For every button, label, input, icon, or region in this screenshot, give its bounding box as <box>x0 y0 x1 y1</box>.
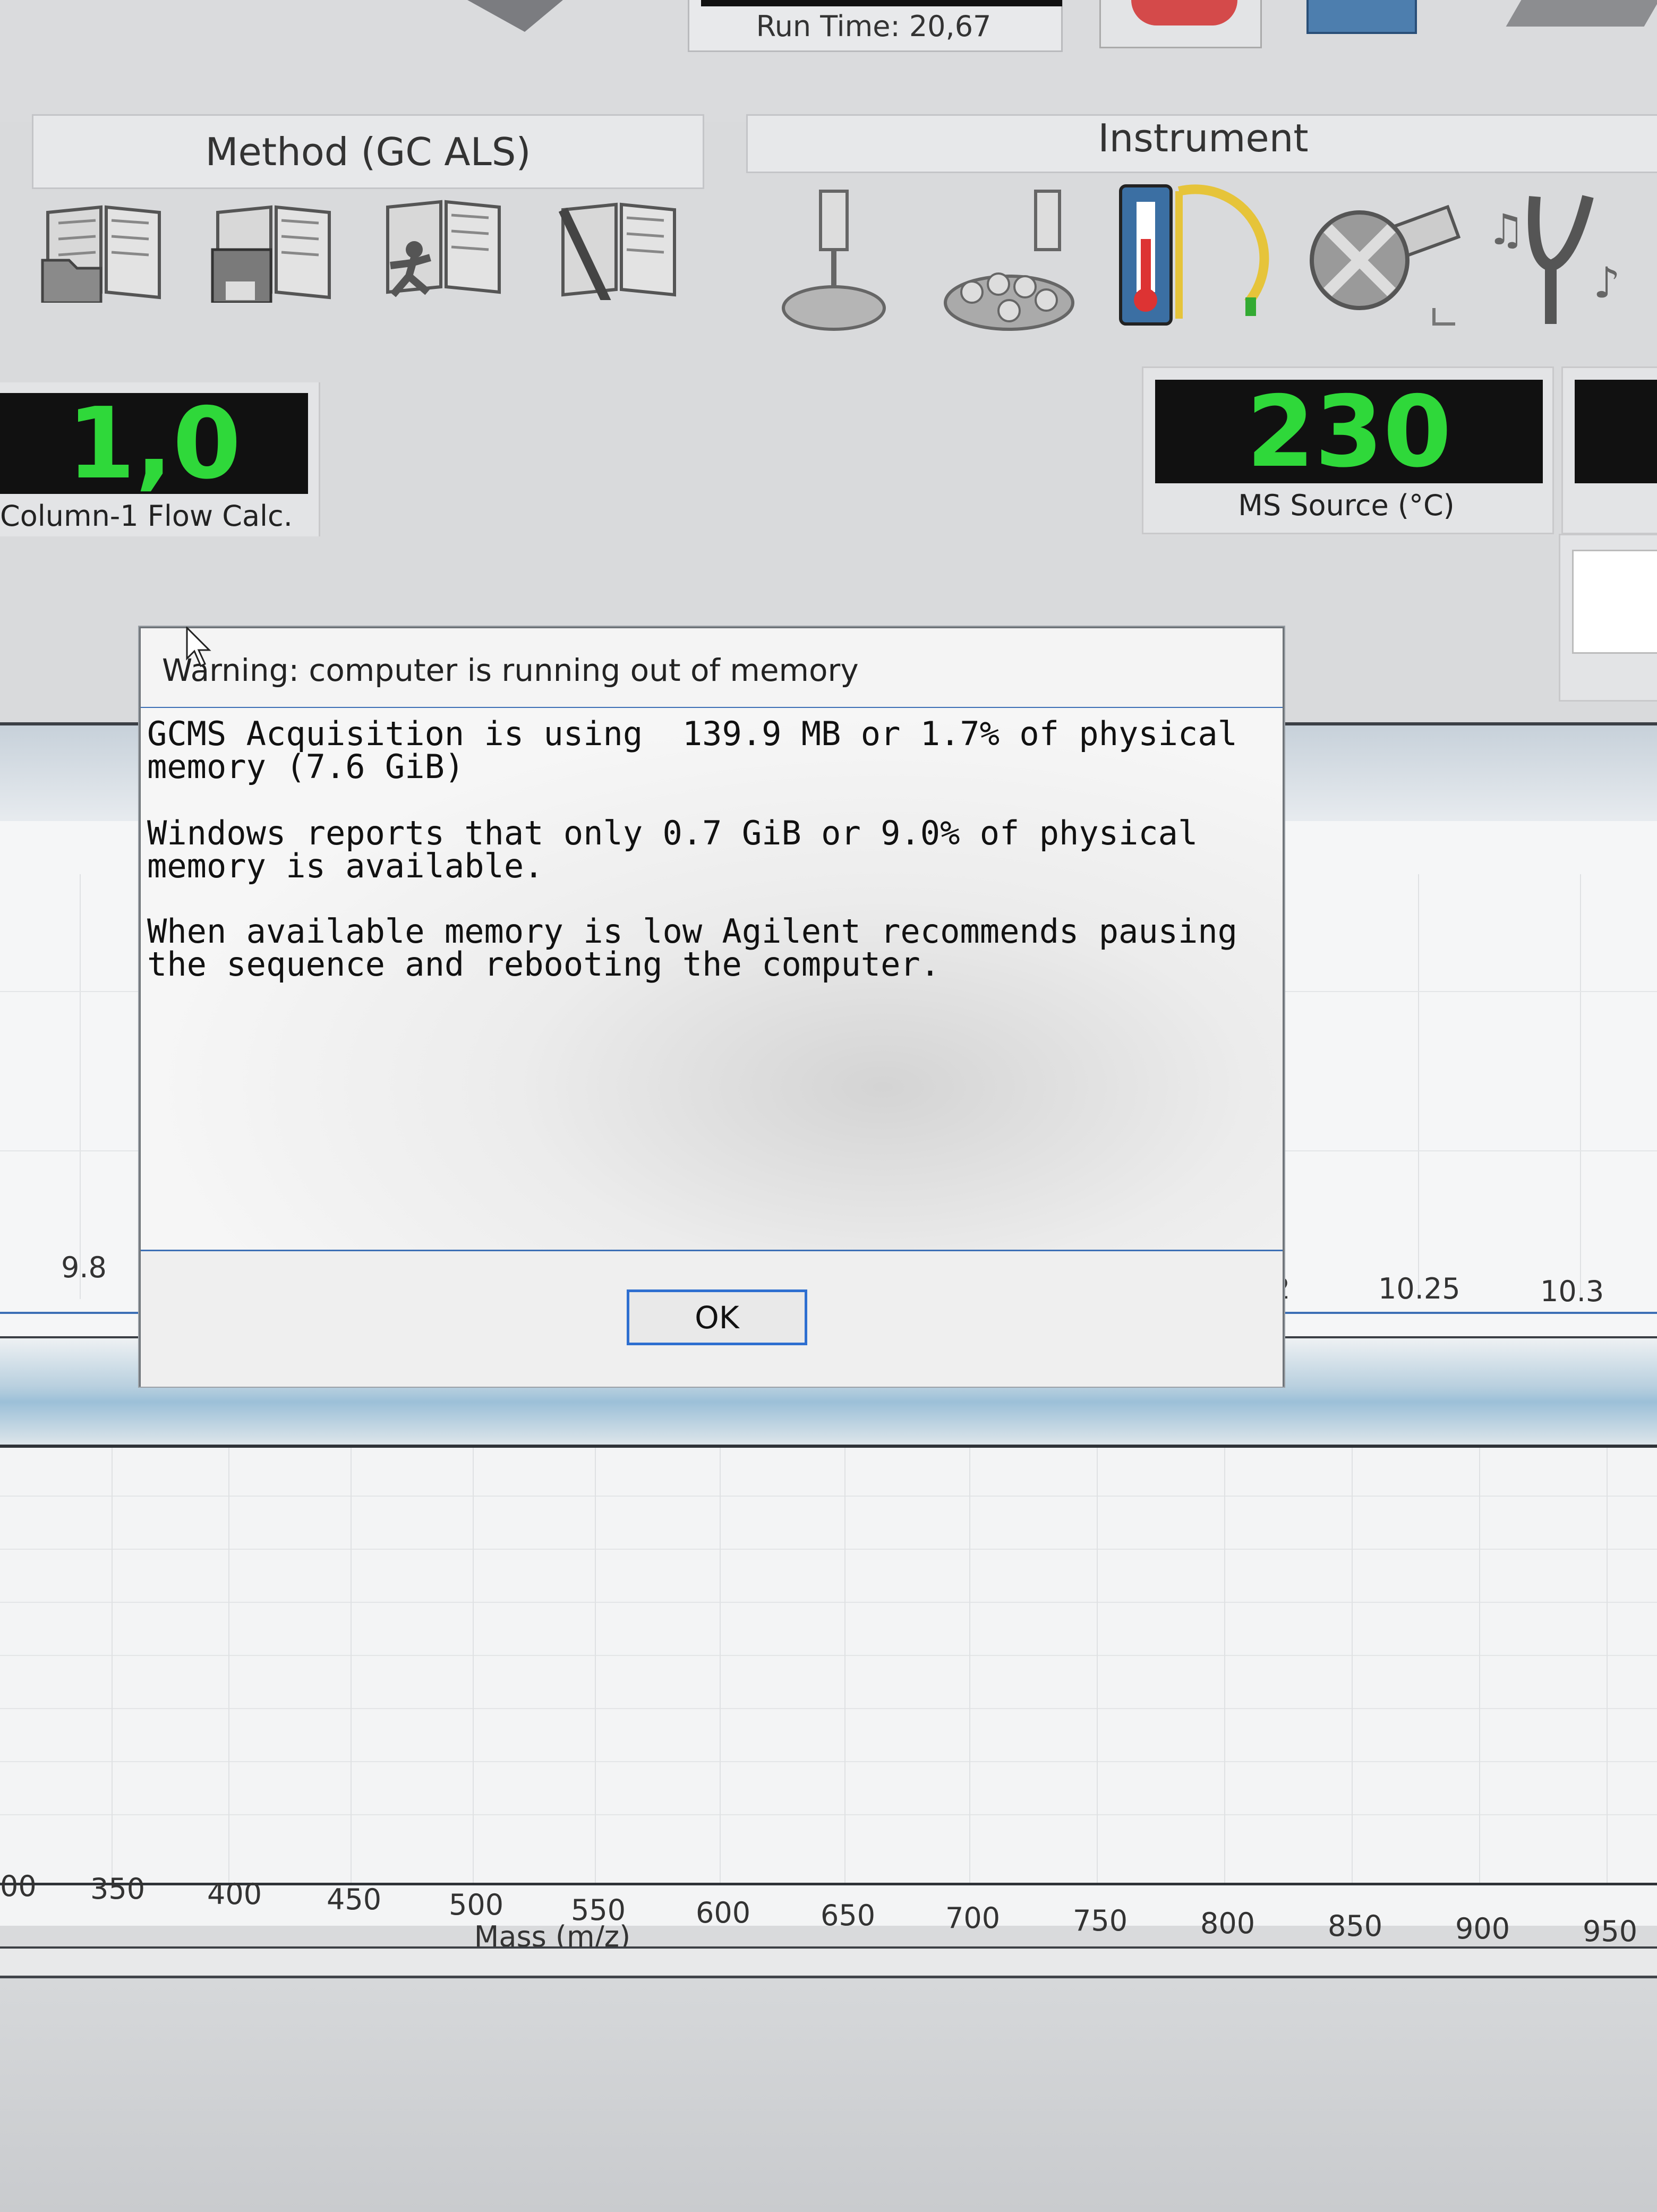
dialog-message-line: GCMS Acquisition is using 139.9 MB or 1.… <box>147 714 1237 753</box>
spectrum-footer <box>0 1946 1657 1975</box>
spectrum-tick: 00 <box>0 1869 37 1903</box>
dialog-message-line: When available memory is low Agilent rec… <box>147 912 1237 951</box>
spectrum-tick: 800 <box>1200 1907 1255 1940</box>
spectrum-tick: 950 <box>1583 1915 1638 1948</box>
spectrum-tick: 350 <box>90 1872 146 1906</box>
run-method-icon[interactable] <box>377 197 510 297</box>
spectrum-tick: 750 <box>1073 1904 1128 1937</box>
extra-readout-value <box>1575 380 1657 483</box>
ms-source-icon[interactable] <box>1306 191 1460 329</box>
spectrum-tick: 650 <box>821 1899 876 1932</box>
svg-text:♫: ♫ <box>1487 205 1525 254</box>
run-progress-bar <box>701 0 1062 6</box>
save-method-icon[interactable] <box>207 202 340 303</box>
spectrum-tick: 900 <box>1455 1912 1510 1945</box>
open-method-icon[interactable] <box>37 202 170 303</box>
dialog-title: Warning: computer is running out of memo… <box>162 652 859 688</box>
mouse-cursor-icon <box>186 627 211 668</box>
stop-icon <box>1131 0 1237 25</box>
spectrum-tick: 850 <box>1328 1909 1383 1943</box>
dialog-message-area: GCMS Acquisition is using 139.9 MB or 1.… <box>141 708 1283 1250</box>
instrument-group-header: Instrument <box>746 114 1657 173</box>
injector-icon[interactable] <box>775 186 892 335</box>
column-flow-value: 1,0 <box>0 386 308 501</box>
spectrum-tick: 600 <box>696 1896 751 1929</box>
dialog-message-line: Windows reports that only 0.7 GiB or 9.0… <box>147 814 1198 852</box>
spectrum-tick: 400 <box>207 1877 262 1911</box>
extra-panel-field <box>1572 550 1657 654</box>
lower-panel <box>0 1976 1657 2212</box>
spectrum-tick: 450 <box>327 1883 382 1916</box>
monitor-button[interactable] <box>1306 0 1417 34</box>
run-time-label: Run Time: 20,67 <box>756 10 992 43</box>
chromatogram-tick: 10.25 <box>1378 1272 1460 1305</box>
tune-icon[interactable]: ♫ ♪ <box>1482 181 1636 335</box>
memory-warning-dialog: Warning: computer is running out of memo… <box>139 627 1284 1387</box>
edit-method-icon[interactable] <box>552 199 685 300</box>
spectrum-tick: 500 <box>449 1888 504 1921</box>
dialog-title-bar[interactable]: Warning: computer is running out of memo… <box>141 628 1283 708</box>
spectrum-panel <box>0 1445 1657 1926</box>
chromatogram-tick: 10.3 <box>1540 1275 1604 1308</box>
dialog-message-line: memory is available. <box>147 847 544 885</box>
spectrum-tick: 700 <box>945 1901 1001 1935</box>
autosampler-tray-icon[interactable] <box>940 186 1083 335</box>
svg-text:♪: ♪ <box>1593 258 1620 308</box>
column-flow-label: Column-1 Flow Calc. <box>0 499 293 533</box>
method-group-header: Method (GC ALS) <box>32 114 704 189</box>
tray-icon[interactable] <box>1506 0 1657 27</box>
dialog-message-line: memory (7.6 GiB) <box>147 747 465 786</box>
ok-button[interactable]: OK <box>627 1289 807 1345</box>
dialog-message-line: the sequence and rebooting the computer. <box>147 945 941 984</box>
temperature-icon[interactable] <box>1115 175 1275 329</box>
chromatogram-tick: 9.8 <box>61 1251 107 1284</box>
ms-source-label: MS Source (°C) <box>1238 489 1455 522</box>
ms-source-value: 230 <box>1155 374 1543 489</box>
